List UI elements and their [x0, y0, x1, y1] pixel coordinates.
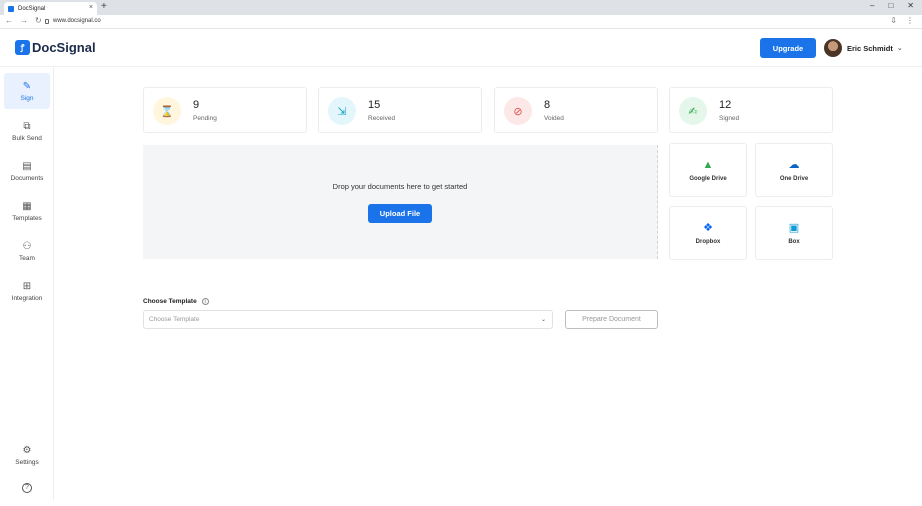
chevron-down-icon: ⌄ [540, 317, 546, 323]
sidebar-item-label: Templates [12, 214, 42, 222]
sidebar-item-label: Sign [20, 94, 34, 102]
choose-template-label: Choose Template i [143, 298, 209, 305]
stat-value: 8 [544, 99, 551, 111]
signed-icon: ✍ [679, 97, 707, 125]
back-icon[interactable]: ← [5, 16, 13, 25]
team-icon: ⚇ [22, 240, 32, 252]
document-icon: ▤ [22, 160, 32, 172]
pen-icon: ✎ [22, 80, 32, 92]
nav-buttons: ← → ↻ [5, 16, 42, 25]
maximize-button[interactable]: □ [888, 1, 893, 10]
app-header: ꝭ DocSignal Upgrade Eric Schmidt ⌄ [0, 29, 922, 67]
storage-label: Box [788, 238, 800, 245]
stat-card-received[interactable]: ⇲ 15 Received [318, 87, 482, 133]
sidebar-item-label: Documents [10, 174, 44, 182]
sidebar-item-label: Settings [15, 458, 39, 466]
address-bar: ← → ↻ www.docsignal.co ⇩ ⋮ [0, 15, 922, 29]
stat-label: Received [368, 115, 396, 122]
chevron-down-icon: ⌄ [896, 45, 903, 52]
upgrade-button[interactable]: Upgrade [760, 38, 816, 58]
sidebar-item-label: Integration [11, 294, 43, 302]
info-icon[interactable]: i [201, 298, 209, 305]
stat-value: 12 [719, 99, 732, 111]
logo-text: DocSignal [32, 40, 96, 55]
url-field[interactable]: www.docsignal.co [45, 18, 101, 24]
dropbox-button[interactable]: ❖ Dropbox [669, 206, 747, 260]
voided-icon: ⊘ [504, 97, 532, 125]
new-tab-button[interactable]: + [101, 1, 107, 12]
gear-icon: ⚙ [22, 444, 32, 456]
choose-template-placeholder: Choose Template [149, 316, 200, 323]
lock-icon [45, 18, 49, 24]
choose-template-select[interactable]: Choose Template ⌄ [143, 310, 553, 329]
onedrive-icon: ☁ [788, 158, 800, 171]
box-icon: ▣ [788, 221, 800, 234]
help-icon: ? [22, 483, 32, 493]
favicon-icon [8, 5, 14, 12]
close-tab-icon[interactable]: × [89, 4, 93, 11]
browser-tab[interactable]: DocSignal × [4, 2, 97, 15]
logo[interactable]: ꝭ DocSignal [15, 40, 96, 55]
stat-label: Signed [719, 115, 740, 122]
menu-icon[interactable]: ⋮ [906, 16, 914, 25]
close-window-button[interactable]: ✕ [907, 1, 914, 10]
onedrive-button[interactable]: ☁ One Drive [755, 143, 833, 197]
user-menu[interactable]: Eric Schmidt ⌄ [824, 39, 903, 57]
received-icon: ⇲ [328, 97, 356, 125]
sidebar-item-templates[interactable]: ▦ Templates [4, 193, 50, 229]
url-text: www.docsignal.co [53, 18, 101, 24]
sidebar-item-label: Team [19, 254, 35, 262]
stack-icon: ⧉ [23, 120, 31, 132]
avatar [824, 39, 842, 57]
help-button[interactable]: ? [4, 470, 50, 506]
stat-card-voided[interactable]: ⊘ 8 Voided [494, 87, 658, 133]
upload-dropzone[interactable]: Drop your documents here to get started … [143, 145, 658, 259]
sidebar: ✎ Sign ⧉ Bulk Send ▤ Documents ▦ Templat… [0, 67, 54, 500]
download-icon[interactable]: ⇩ [890, 16, 897, 25]
sidebar-item-settings[interactable]: ⚙ Settings [4, 437, 50, 473]
storage-label: Dropbox [695, 238, 721, 245]
prepare-document-button[interactable]: Prepare Document [565, 310, 658, 329]
user-name: Eric Schmidt [847, 43, 893, 53]
tab-title: DocSignal [18, 5, 46, 12]
storage-label: One Drive [779, 175, 809, 182]
box-button[interactable]: ▣ Box [755, 206, 833, 260]
dropbox-icon: ❖ [703, 221, 713, 234]
stat-value: 15 [368, 99, 381, 111]
sidebar-item-team[interactable]: ⚇ Team [4, 233, 50, 269]
sidebar-item-integration[interactable]: ⊞ Integration [4, 273, 50, 309]
integration-icon: ⊞ [22, 280, 32, 292]
address-bar-actions: ⇩ ⋮ [890, 16, 914, 25]
window-controls: – □ ✕ [870, 1, 914, 10]
sidebar-item-sign[interactable]: ✎ Sign [4, 73, 50, 109]
docsignal-logo-icon: ꝭ [15, 40, 30, 55]
browser-tab-bar: DocSignal × + – □ ✕ [0, 0, 922, 15]
stat-label: Voided [544, 115, 564, 122]
stat-label: Pending [193, 115, 217, 122]
dropzone-prompt: Drop your documents here to get started [332, 182, 468, 191]
sidebar-item-bulk-send[interactable]: ⧉ Bulk Send [4, 113, 50, 149]
template-icon: ▦ [22, 200, 32, 212]
forward-icon[interactable]: → [20, 16, 28, 25]
sidebar-item-label: Bulk Send [12, 134, 42, 142]
google-drive-button[interactable]: ▲ Google Drive [669, 143, 747, 197]
reload-icon[interactable]: ↻ [35, 16, 42, 25]
google-drive-icon: ▲ [702, 158, 714, 171]
stat-card-signed[interactable]: ✍ 12 Signed [669, 87, 833, 133]
storage-label: Google Drive [689, 175, 727, 182]
minimize-button[interactable]: – [870, 1, 874, 10]
stat-value: 9 [193, 99, 200, 111]
stat-card-pending[interactable]: ⌛ 9 Pending [143, 87, 307, 133]
pending-icon: ⌛ [153, 97, 181, 125]
choose-template-label-text: Choose Template [143, 298, 197, 305]
sidebar-item-documents[interactable]: ▤ Documents [4, 153, 50, 189]
upload-file-button[interactable]: Upload File [368, 204, 432, 223]
